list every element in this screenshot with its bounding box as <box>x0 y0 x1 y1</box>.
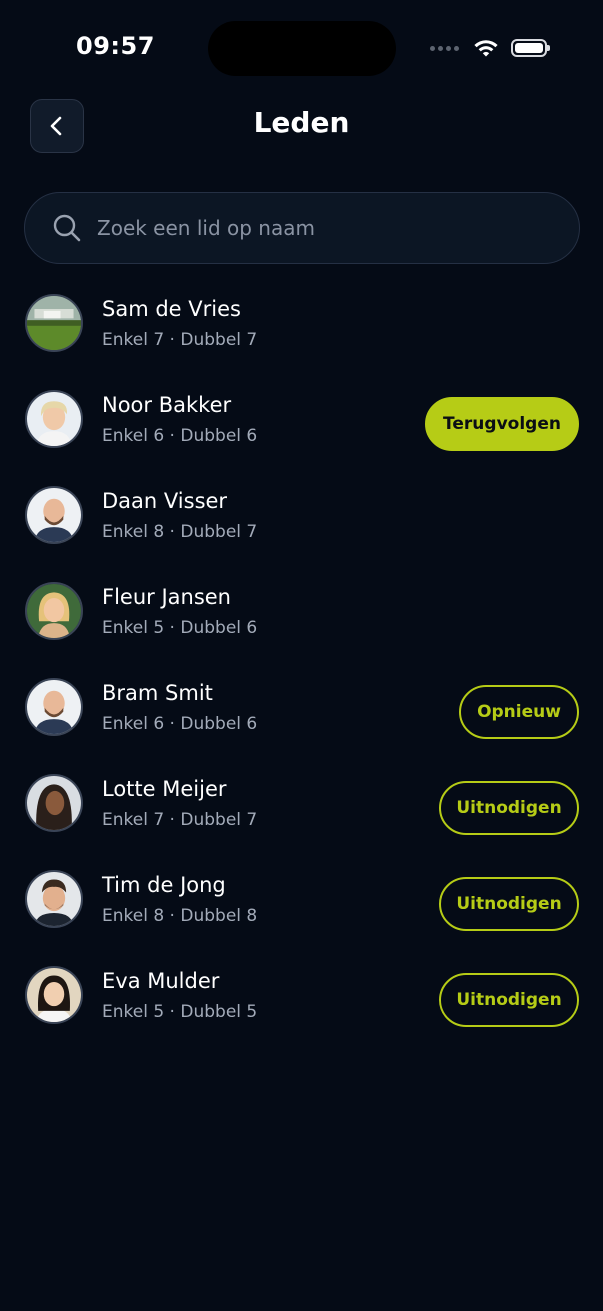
list-item[interactable]: Lotte Meijer Enkel 7 · Dubbel 7 Uitnodig… <box>0 772 603 868</box>
avatar <box>25 390 83 448</box>
landscape-photo-icon <box>27 296 81 350</box>
member-name: Daan Visser <box>102 489 228 513</box>
follow-back-button[interactable]: Terugvolgen <box>425 397 579 451</box>
member-name: Bram Smit <box>102 681 213 705</box>
member-stats: Enkel 6 · Dubbel 6 <box>102 426 258 446</box>
member-stats: Enkel 5 · Dubbel 5 <box>102 1002 258 1022</box>
search-input[interactable] <box>97 216 579 240</box>
search-icon <box>53 214 81 242</box>
member-name: Sam de Vries <box>102 297 241 321</box>
list-item[interactable]: Fleur Jansen Enkel 5 · Dubbel 6 <box>0 580 603 676</box>
person-photo-icon <box>27 776 81 830</box>
list-item[interactable]: Sam de Vries Enkel 7 · Dubbel 7 <box>0 292 603 388</box>
list-item[interactable]: Daan Visser Enkel 8 · Dubbel 7 <box>0 484 603 580</box>
list-item[interactable]: Bram Smit Enkel 6 · Dubbel 6 Opnieuw <box>0 676 603 772</box>
invite-button[interactable]: Uitnodigen <box>439 781 579 835</box>
page-title: Leden <box>253 106 350 139</box>
avatar <box>25 678 83 736</box>
avatar <box>25 870 83 928</box>
list-item[interactable]: Eva Mulder Enkel 5 · Dubbel 5 Uitnodigen <box>0 964 603 1060</box>
avatar <box>25 486 83 544</box>
member-stats: Enkel 8 · Dubbel 7 <box>102 522 258 542</box>
member-name: Eva Mulder <box>102 969 220 993</box>
resend-button[interactable]: Opnieuw <box>459 685 579 739</box>
dynamic-island <box>208 21 396 76</box>
member-stats: Enkel 6 · Dubbel 6 <box>102 714 258 734</box>
avatar <box>25 294 83 352</box>
invite-button[interactable]: Uitnodigen <box>439 877 579 931</box>
member-name: Fleur Jansen <box>102 585 231 609</box>
search-bar[interactable] <box>24 192 580 264</box>
invite-button[interactable]: Uitnodigen <box>439 973 579 1027</box>
status-icons <box>430 36 550 60</box>
battery-icon <box>511 39 550 57</box>
member-name: Noor Bakker <box>102 393 232 417</box>
list-item[interactable]: Noor Bakker Enkel 6 · Dubbel 6 Terugvolg… <box>0 388 603 484</box>
avatar <box>25 774 83 832</box>
avatar <box>25 966 83 1024</box>
member-stats: Enkel 5 · Dubbel 6 <box>102 618 258 638</box>
person-photo-icon <box>27 392 81 446</box>
member-name: Lotte Meijer <box>102 777 227 801</box>
status-time: 09:57 <box>76 32 155 60</box>
person-photo-icon <box>27 872 81 926</box>
member-stats: Enkel 7 · Dubbel 7 <box>102 330 258 350</box>
member-stats: Enkel 8 · Dubbel 8 <box>102 906 258 926</box>
member-stats: Enkel 7 · Dubbel 7 <box>102 810 258 830</box>
list-item[interactable]: Tim de Jong Enkel 8 · Dubbel 8 Uitnodige… <box>0 868 603 964</box>
person-photo-icon <box>27 968 81 1022</box>
person-photo-icon <box>27 584 81 638</box>
screen: 09:57 Leden Zoek een lid op naam Sam de … <box>0 0 603 1311</box>
avatar <box>25 582 83 640</box>
person-photo-icon <box>27 488 81 542</box>
member-list: Sam de Vries Enkel 7 · Dubbel 7 Noor Bak… <box>0 292 603 1060</box>
cellular-signal-icon <box>430 45 459 51</box>
wifi-icon <box>474 40 498 57</box>
person-photo-icon <box>27 680 81 734</box>
member-name: Tim de Jong <box>102 873 226 897</box>
